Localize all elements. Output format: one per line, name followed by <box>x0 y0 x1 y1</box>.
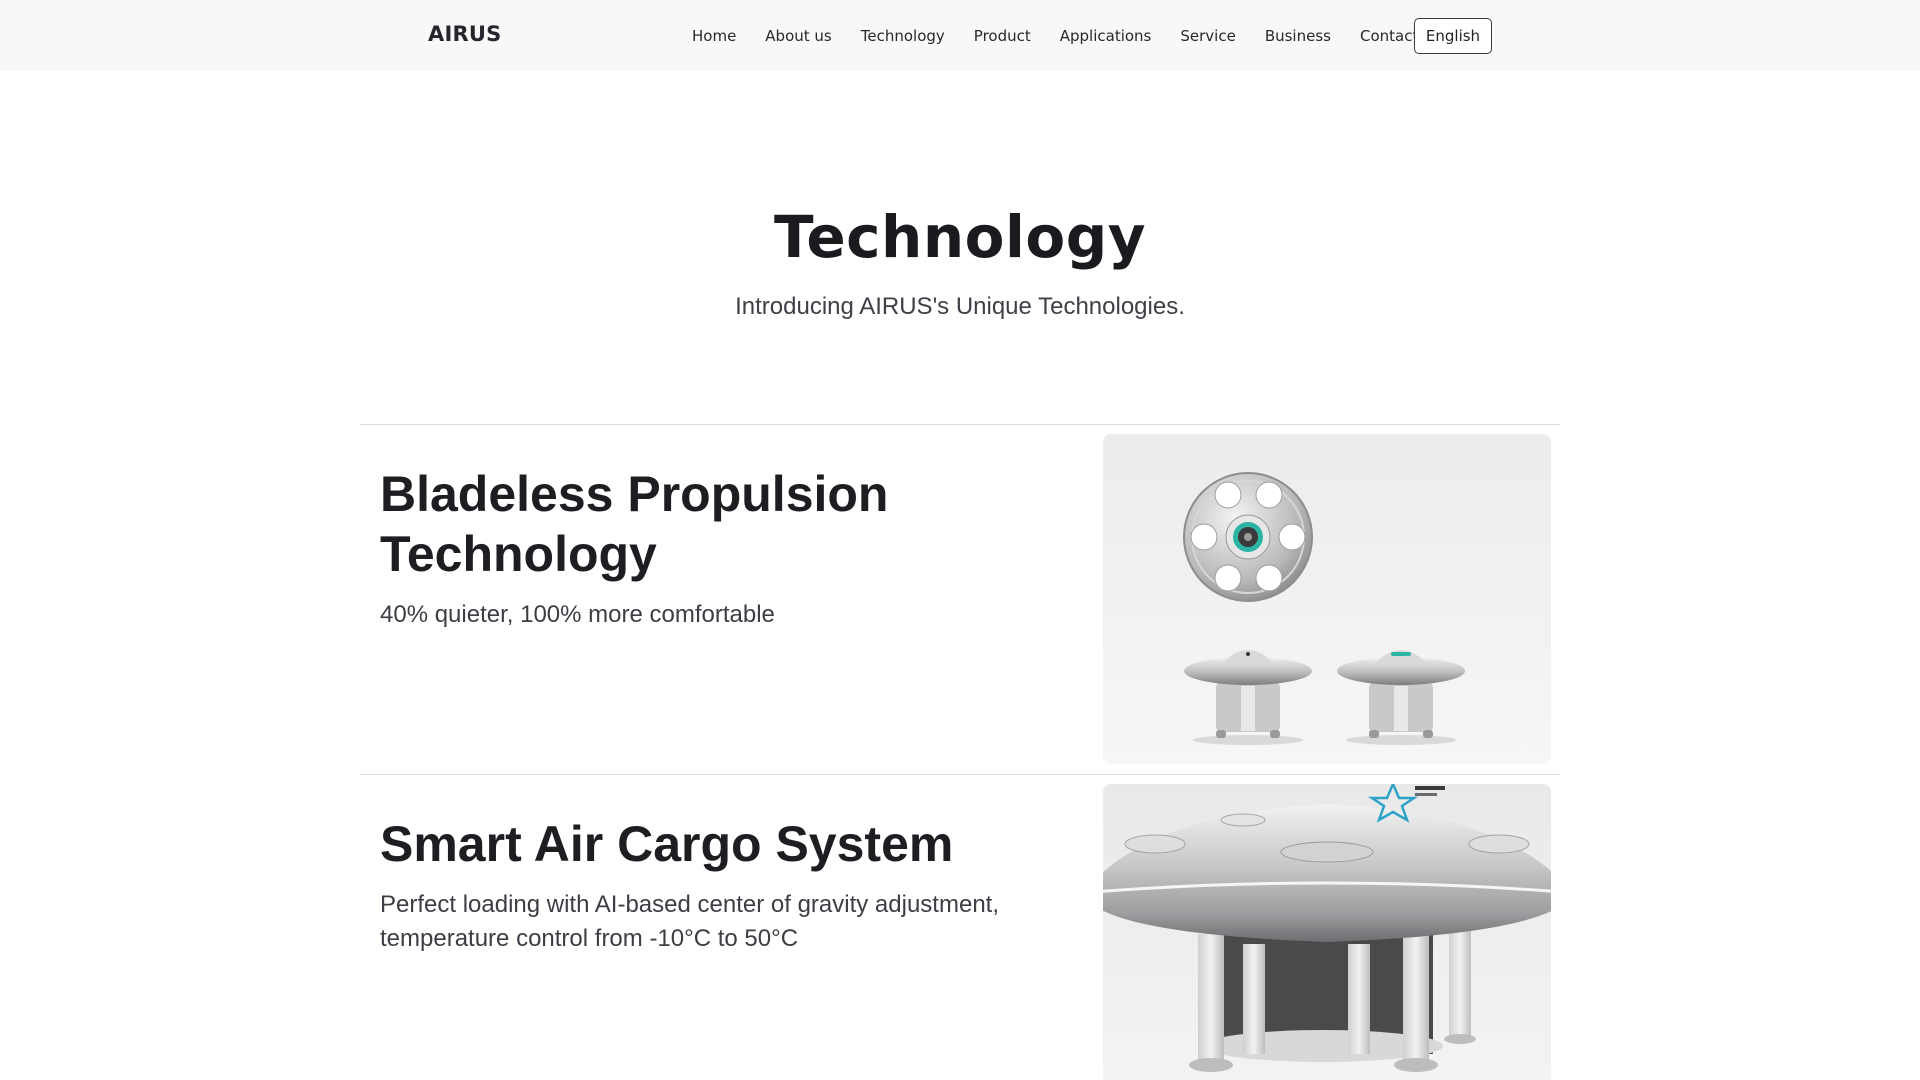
section-divider <box>360 774 1560 775</box>
nav-technology-link[interactable]: Technology <box>861 27 945 45</box>
section-divider <box>360 424 1560 425</box>
main-nav: Home About us Technology Product Applica… <box>692 0 1447 71</box>
page-title: Technology <box>773 203 1147 271</box>
nav-contact-link[interactable]: Contact <box>1360 27 1418 45</box>
cargo-drone-image <box>1103 784 1551 1080</box>
nav-about-link[interactable]: About us <box>765 27 831 45</box>
feature-title-line: Bladeless Propulsion <box>380 466 889 522</box>
nav-home-link[interactable]: Home <box>692 27 736 45</box>
nav-business-link[interactable]: Business <box>1265 27 1331 45</box>
nav-applications-link[interactable]: Applications <box>1060 27 1152 45</box>
page-subtitle: Introducing AIRUS's Unique Technologies. <box>735 293 1185 320</box>
feature-title: Bladeless Propulsion Technology <box>380 464 1080 584</box>
feature-description: Perfect loading with AI-based center of … <box>380 888 1060 956</box>
nav-product-link[interactable]: Product <box>974 27 1031 45</box>
nav-service-link[interactable]: Service <box>1180 27 1235 45</box>
feature-title-line: Technology <box>380 526 657 582</box>
top-navbar: AIRUS Home About us Technology Product A… <box>0 0 1920 71</box>
feature-title: Smart Air Cargo System <box>380 816 954 872</box>
airus-logo[interactable]: AIRUS <box>428 22 501 46</box>
feature-description-line: Perfect loading with AI-based center of … <box>380 891 999 918</box>
language-button[interactable]: English <box>1414 18 1492 54</box>
feature-description-line: temperature control from -10°C to 50°C <box>380 925 799 952</box>
bladeless-drone-image <box>1103 434 1551 764</box>
feature-description: 40% quieter, 100% more comfortable <box>380 601 775 628</box>
